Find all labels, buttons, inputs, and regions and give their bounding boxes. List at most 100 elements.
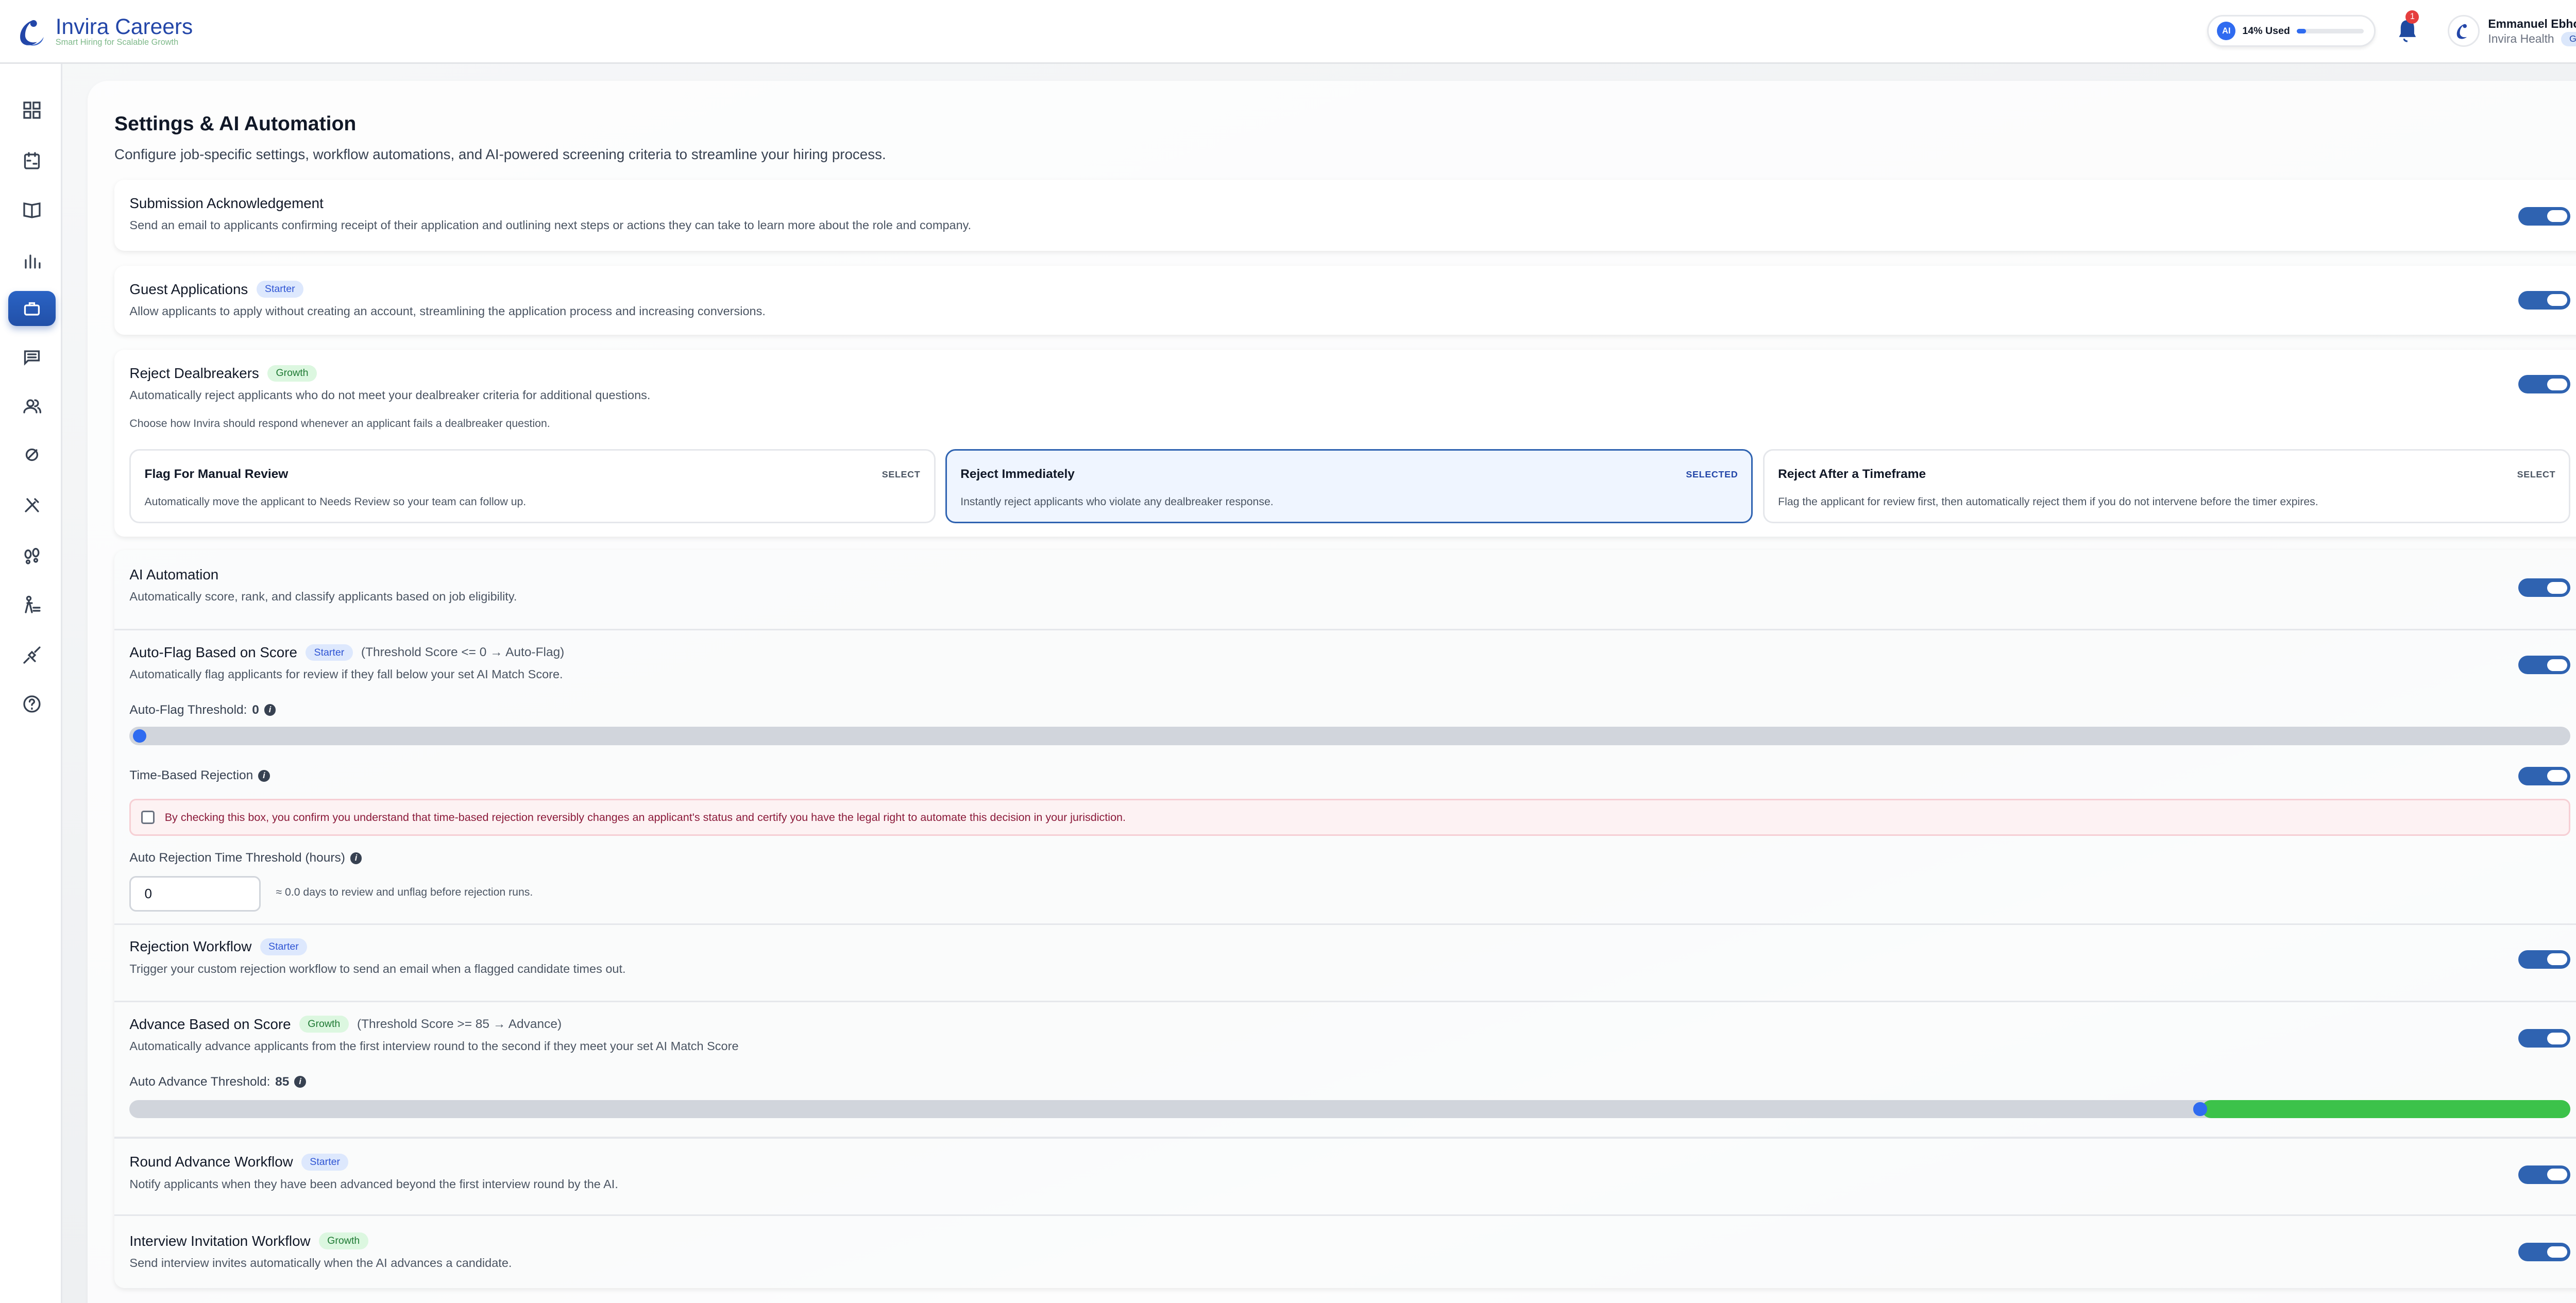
- option-reject-after-timeframe[interactable]: Reject After a TimeframeSELECTFlag the a…: [1763, 449, 2570, 523]
- rejection-workflow-toggle[interactable]: [2518, 950, 2570, 969]
- brand-logo[interactable]: Invira Careers Smart Hiring for Scalable…: [13, 13, 193, 50]
- interview-invitation-workflow-toggle[interactable]: [2518, 1243, 2570, 1261]
- sidebar-item-help[interactable]: [8, 686, 55, 722]
- plan-tag: Starter: [257, 281, 303, 298]
- setting-title: Interview Invitation Workflow: [129, 1233, 310, 1249]
- setting-desc: Automatically flag applicants for review…: [129, 667, 564, 681]
- avatar-logo-icon: [2453, 20, 2475, 42]
- ai-usage-pill[interactable]: AI 14% Used: [2207, 15, 2376, 47]
- consent-checkbox[interactable]: [141, 811, 155, 824]
- threshold-note: (Threshold Score <= 0 → Auto-Flag): [361, 645, 564, 660]
- reject-dealbreakers-toggle[interactable]: [2518, 375, 2570, 393]
- option-flag-manual-review[interactable]: Flag For Manual Review SELECT Automaticall…: [129, 449, 935, 523]
- sidebar-item-settings-tools[interactable]: [8, 437, 55, 473]
- setting-title: Submission Acknowledgement: [129, 195, 2570, 212]
- option-status: SELECT: [882, 469, 921, 480]
- option-status: SELECTED: [1686, 469, 1738, 480]
- info-icon[interactable]: i: [258, 770, 270, 782]
- steps-icon: [23, 546, 41, 565]
- threshold-value: 85: [275, 1075, 289, 1089]
- rejection-hours-input[interactable]: [129, 876, 261, 912]
- sidebar-item-messages[interactable]: [8, 340, 55, 375]
- time-based-rejection-toggle[interactable]: [2518, 767, 2570, 785]
- logo-icon: [13, 13, 50, 50]
- setting-title: Round Advance Workflow: [129, 1154, 293, 1170]
- sidebar-item-integrations[interactable]: [8, 638, 55, 673]
- setting-title: Time-Based Rejection: [129, 768, 253, 783]
- auto-advance-slider[interactable]: [129, 1100, 2570, 1119]
- plan-tag: Growth: [267, 365, 317, 382]
- workflow-icon: [23, 595, 41, 614]
- tools-icon: [23, 496, 41, 515]
- threshold-label: Auto Advance Threshold:: [129, 1075, 270, 1089]
- slider-fill: [2202, 1100, 2571, 1119]
- page-subtitle: Configure job-specific settings, workflo…: [114, 146, 886, 163]
- hours-note: ≈ 0.0 days to review and unflag before r…: [276, 886, 533, 899]
- setting-desc: Trigger your custom rejection workflow t…: [129, 962, 625, 976]
- sidebar-item-analytics[interactable]: [8, 242, 55, 278]
- notification-count: 1: [2405, 10, 2419, 24]
- sidebar-item-steps[interactable]: [8, 538, 55, 574]
- avatar[interactable]: [2448, 15, 2480, 47]
- divider: [114, 629, 2576, 630]
- option-desc: Automatically move the applicant to Need…: [145, 496, 527, 508]
- users-icon: [23, 397, 41, 416]
- setting-desc: Allow applicants to apply without creati…: [129, 304, 2570, 318]
- plan-tag: Starter: [306, 644, 352, 661]
- ai-usage-bar: [2297, 29, 2364, 34]
- sidebar-item-calendar[interactable]: [8, 143, 55, 179]
- sidebar-item-workflow[interactable]: [8, 587, 55, 623]
- setting-desc: Send interview invites automatically whe…: [129, 1256, 512, 1270]
- guest-applications-card: Guest ApplicationsStarterAllow applicant…: [114, 266, 2576, 335]
- sidebar: [0, 64, 62, 1303]
- jobs-icon: [23, 299, 41, 318]
- user-org-row: Invira HealthGrowth: [2488, 32, 2576, 46]
- settings-tools-icon: [23, 445, 41, 464]
- info-icon[interactable]: i: [264, 704, 276, 716]
- option-desc: Flag the applicant for review first, the…: [1778, 496, 2318, 508]
- sidebar-item-jobs[interactable]: [8, 291, 55, 327]
- brand-name: Invira Careers: [56, 16, 193, 38]
- setting-desc: Automatically advance applicants from th…: [129, 1039, 738, 1053]
- divider: [114, 923, 2576, 925]
- dashboard-icon: [23, 101, 41, 119]
- calendar-icon: [23, 151, 41, 170]
- guest-applications-toggle[interactable]: [2518, 291, 2570, 310]
- sidebar-item-book[interactable]: [8, 192, 55, 227]
- brand-tagline: Smart Hiring for Scalable Growth: [56, 38, 193, 48]
- help-icon: [23, 695, 41, 713]
- auto-flag-toggle[interactable]: [2518, 656, 2570, 674]
- setting-title: Auto-Flag Based on Score: [129, 644, 297, 661]
- threshold-label: Auto-Flag Threshold:: [129, 703, 247, 717]
- submission-ack-toggle[interactable]: [2518, 207, 2570, 226]
- sidebar-item-users[interactable]: [8, 388, 55, 424]
- info-icon[interactable]: i: [350, 852, 362, 864]
- threshold-value: 0: [252, 703, 259, 717]
- setting-title: Advance Based on Score: [129, 1016, 291, 1033]
- hours-label: Auto Rejection Time Threshold (hours): [129, 851, 345, 865]
- ai-usage-fill: [2297, 29, 2306, 34]
- setting-title: Rejection Workflow: [129, 938, 251, 955]
- auto-flag-slider[interactable]: [129, 727, 2570, 745]
- org-name: Invira Health: [2488, 32, 2554, 46]
- consent-text: By checking this box, you confirm you un…: [165, 811, 1126, 824]
- slider-handle[interactable]: [133, 729, 146, 743]
- plan-tag: Growth: [319, 1232, 368, 1249]
- advance-score-toggle[interactable]: [2518, 1029, 2570, 1048]
- ai-automation-toggle[interactable]: [2518, 578, 2570, 597]
- option-title: Flag For Manual Review: [145, 467, 289, 482]
- round-advance-workflow-toggle[interactable]: [2518, 1165, 2570, 1184]
- option-reject-immediately[interactable]: Reject ImmediatelySELECTEDInstantly reje…: [945, 449, 1753, 523]
- threshold-note: (Threshold Score >= 85 → Advance): [357, 1017, 562, 1032]
- messages-icon: [23, 348, 41, 367]
- ai-badge: AI: [2217, 22, 2235, 40]
- option-title: Reject After a Timeframe: [1778, 467, 1926, 482]
- info-icon[interactable]: i: [294, 1076, 306, 1088]
- sidebar-item-dashboard[interactable]: [8, 93, 55, 128]
- slider-handle[interactable]: [2193, 1102, 2207, 1116]
- setting-title: AI Automation: [129, 567, 2576, 583]
- plan-tag: Starter: [260, 938, 307, 955]
- sidebar-item-tools[interactable]: [8, 488, 55, 523]
- top-header: Invira Careers Smart Hiring for Scalable…: [0, 0, 2576, 64]
- plan-tag: Starter: [301, 1154, 348, 1171]
